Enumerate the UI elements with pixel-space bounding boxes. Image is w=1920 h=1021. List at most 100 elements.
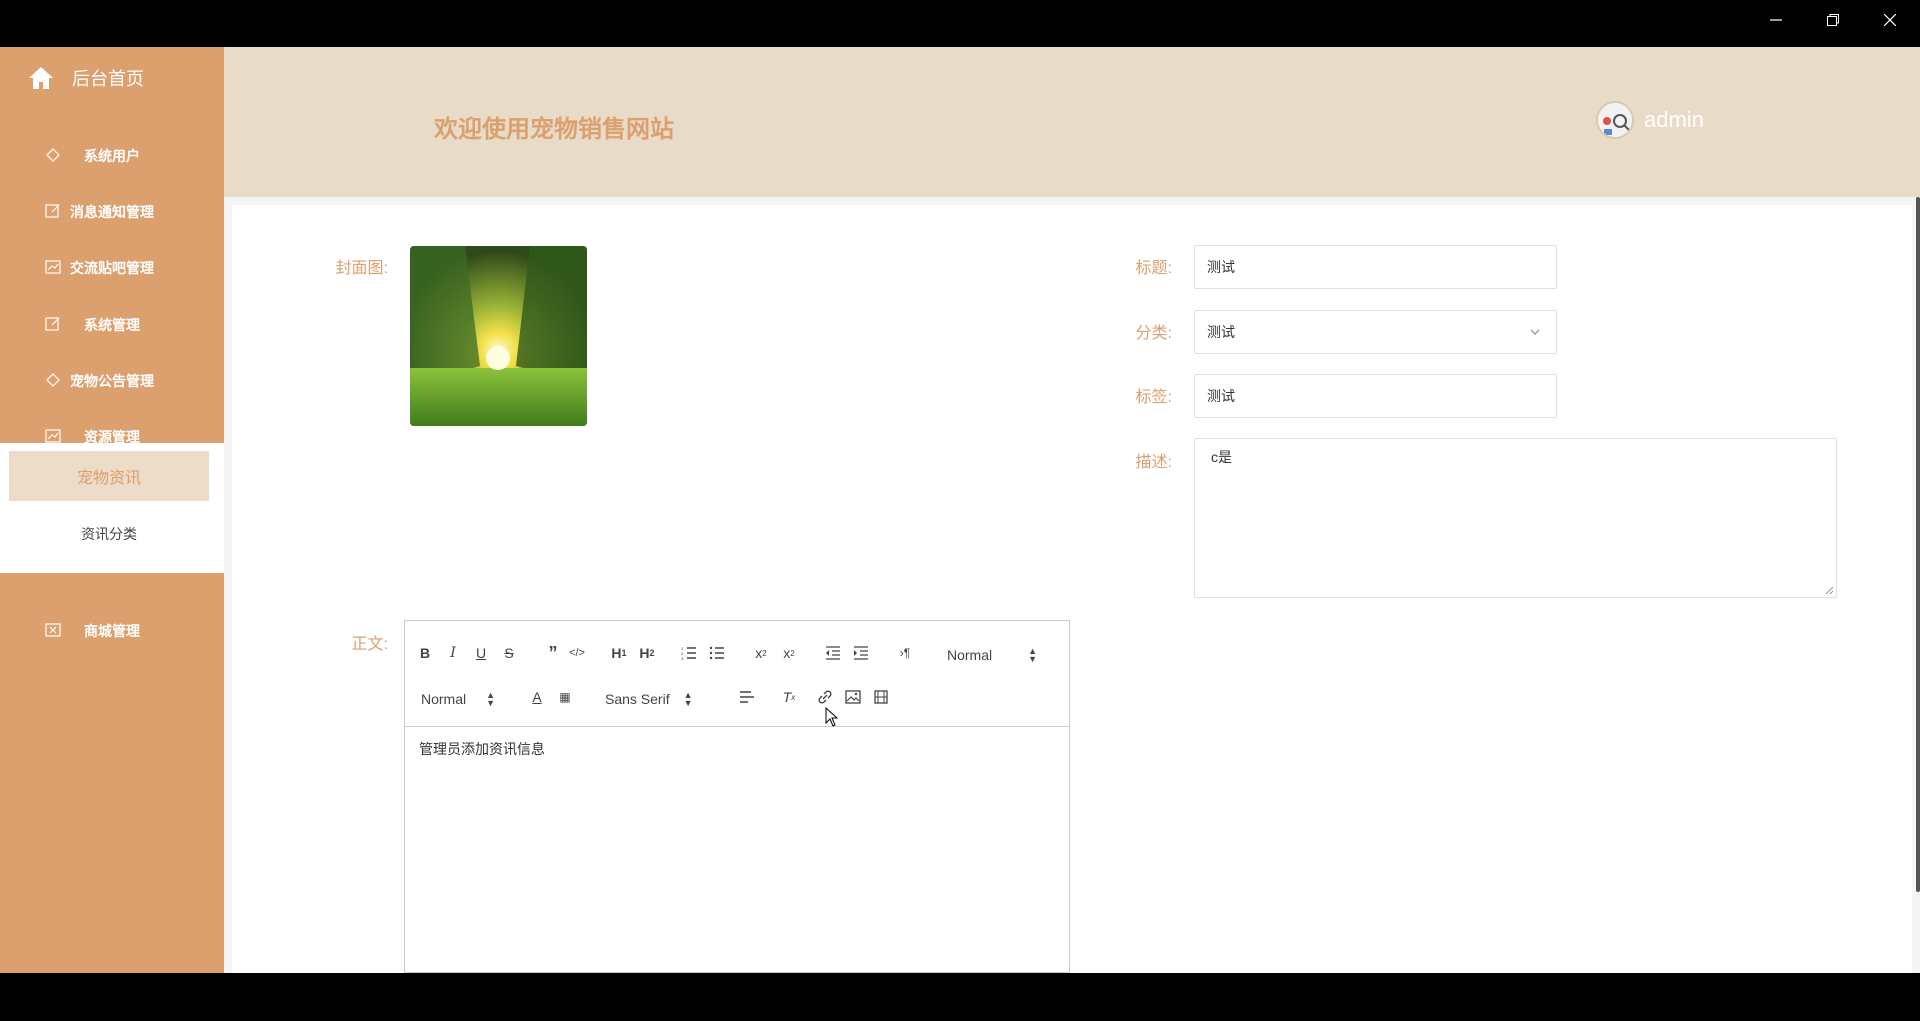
diamond-icon — [46, 148, 60, 162]
align-button[interactable] — [735, 685, 759, 709]
sidebar-item-label: 系统管理 — [84, 317, 140, 333]
category-value: 测试 — [1207, 324, 1235, 340]
editor-content[interactable]: 管理员添加资讯信息 — [405, 727, 1069, 771]
diamond-icon — [46, 373, 60, 387]
clean-format-button[interactable]: Tx — [777, 685, 801, 709]
video-icon — [874, 690, 888, 704]
outdent-icon — [826, 646, 840, 660]
avatar — [1596, 101, 1634, 139]
font-select-value: Sans Serif — [605, 691, 670, 707]
bullet-list-button[interactable] — [705, 641, 729, 665]
cover-image-upload[interactable] — [410, 246, 587, 426]
tag-value: 测试 — [1207, 388, 1235, 404]
image-icon — [845, 690, 861, 704]
bold-button[interactable]: B — [413, 641, 437, 665]
title-field[interactable]: 测试 — [1194, 245, 1557, 289]
ordered-list-icon: 123 — [681, 646, 696, 660]
home-icon — [29, 67, 53, 89]
h1-button[interactable]: H1 — [607, 641, 631, 665]
body-label: 正文: — [351, 636, 388, 653]
ordered-list-button[interactable]: 123 — [677, 641, 701, 665]
select-arrows-icon: ▲ ▼ — [1028, 646, 1038, 664]
video-button[interactable] — [869, 685, 893, 709]
editor-toolbar: B I U S ” </> H1 H2 123 x2 x2 ›¶ Normal … — [405, 621, 1069, 727]
sidebar-item-mall[interactable]: 商城管理 — [0, 603, 224, 659]
edit-icon — [45, 317, 60, 331]
sidebar: 后台首页 系统用户 消息通知管理 交流贴吧管理 系统管理 宠物公告管理 资源管理… — [0, 47, 224, 973]
font-color-button[interactable]: A — [525, 685, 549, 709]
select-arrows-icon: ▲ ▼ — [486, 690, 496, 708]
taskbar — [0, 973, 1920, 1021]
minimize-button[interactable] — [1748, 0, 1804, 40]
sidebar-item-label: 商城管理 — [84, 623, 140, 639]
strike-button[interactable]: S — [497, 641, 521, 665]
sidebar-item-label: 消息通知管理 — [70, 204, 154, 220]
sidebar-item-label: 宠物公告管理 — [70, 373, 154, 389]
top-header: 欢迎使用宠物销售网站 admin — [224, 47, 1920, 197]
category-label: 分类: — [1135, 325, 1172, 342]
header-select-value: Normal — [947, 647, 993, 663]
description-value: c是 — [1211, 449, 1232, 465]
sidebar-home-label: 后台首页 — [72, 69, 144, 89]
page-title: 欢迎使用宠物销售网站 — [434, 116, 674, 143]
underline-button[interactable]: U — [469, 641, 493, 665]
rich-text-editor: B I U S ” </> H1 H2 123 x2 x2 ›¶ Normal … — [404, 620, 1070, 973]
avatar-image — [1598, 103, 1632, 137]
title-label: 标题: — [1135, 260, 1172, 277]
sidebar-item-forum[interactable]: 交流贴吧管理 — [0, 240, 224, 296]
size-select-value: Normal — [421, 691, 467, 707]
window-titlebar — [0, 0, 1920, 47]
tag-field[interactable]: 测试 — [1194, 374, 1557, 418]
sidebar-item-users[interactable]: 系统用户 — [0, 128, 224, 184]
sidebar-item-system[interactable]: 系统管理 — [0, 297, 224, 353]
select-arrows-icon: ▲ ▼ — [683, 690, 693, 708]
restore-button[interactable] — [1805, 0, 1861, 40]
blockquote-button[interactable]: ” — [541, 641, 565, 665]
username: admin — [1644, 107, 1704, 132]
close-button[interactable] — [1862, 0, 1918, 40]
user-menu[interactable]: admin — [1596, 101, 1704, 139]
code-button[interactable]: </> — [565, 641, 589, 665]
scrollbar[interactable] — [1916, 197, 1920, 892]
title-value: 测试 — [1207, 259, 1235, 275]
outdent-button[interactable] — [821, 641, 845, 665]
resize-handle-icon[interactable] — [1824, 585, 1834, 595]
size-select[interactable]: Normal ▲ ▼ — [421, 690, 496, 708]
link-icon — [818, 690, 832, 704]
text-direction-button[interactable]: ›¶ — [893, 641, 917, 665]
sidebar-subitem-news-category[interactable]: 资讯分类 — [9, 509, 209, 559]
sidebar-item-label: 交流贴吧管理 — [70, 260, 154, 276]
sidebar-item-notifications[interactable]: 消息通知管理 — [0, 184, 224, 240]
description-label: 描述: — [1135, 454, 1172, 471]
indent-icon — [854, 646, 868, 660]
subscript-button[interactable]: x2 — [749, 641, 773, 665]
italic-button[interactable]: I — [441, 641, 465, 665]
font-select[interactable]: Sans Serif ▲ ▼ — [605, 690, 693, 708]
sidebar-home[interactable]: 后台首页 — [0, 47, 224, 109]
restore-icon — [1827, 14, 1839, 26]
mouse-cursor-icon — [825, 707, 839, 727]
h2-button[interactable]: H2 — [635, 641, 659, 665]
header-select[interactable]: Normal ▲ ▼ — [947, 646, 1038, 664]
close-box-icon — [45, 623, 61, 637]
background-color-button[interactable]: ▦ — [553, 685, 577, 709]
edit-icon — [45, 204, 60, 218]
sidebar-item-label: 系统用户 — [84, 148, 140, 164]
sidebar-group-pet-news[interactable]: 宠物资讯 — [9, 451, 209, 501]
close-icon — [1884, 14, 1896, 26]
bullet-list-icon — [709, 646, 724, 660]
chevron-down-icon — [1530, 329, 1540, 335]
tag-label: 标签: — [1135, 389, 1172, 406]
svg-text:3: 3 — [681, 656, 684, 660]
minimize-icon — [1770, 19, 1782, 21]
link-button[interactable] — [813, 685, 837, 709]
category-select[interactable]: 测试 — [1194, 310, 1557, 354]
sidebar-submenu: 宠物资讯 资讯分类 — [0, 443, 224, 573]
description-textarea[interactable]: c是 — [1194, 438, 1837, 598]
chart-icon — [45, 260, 61, 274]
superscript-button[interactable]: x2 — [777, 641, 801, 665]
sidebar-item-announcements[interactable]: 宠物公告管理 — [0, 353, 224, 409]
image-button[interactable] — [841, 685, 865, 709]
indent-button[interactable] — [849, 641, 873, 665]
cover-label: 封面图: — [335, 260, 388, 277]
